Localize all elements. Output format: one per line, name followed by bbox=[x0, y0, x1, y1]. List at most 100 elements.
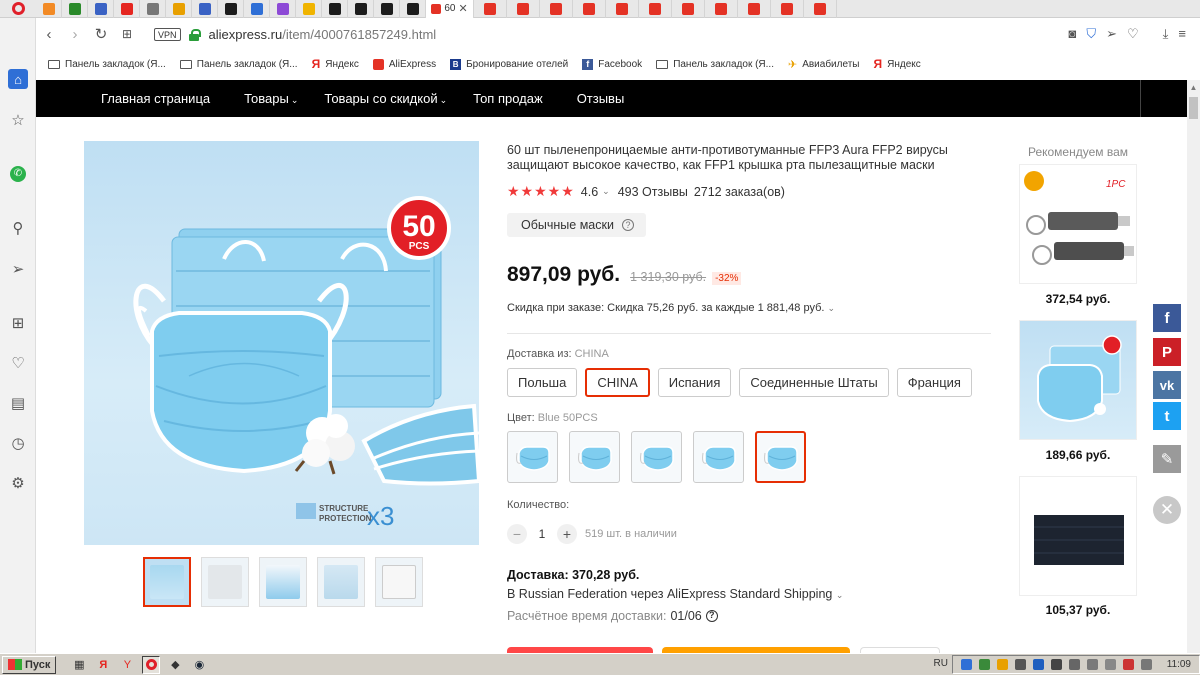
camera-icon[interactable]: ◙ bbox=[1068, 26, 1076, 42]
settings-gear-icon[interactable]: ⚙ bbox=[8, 473, 28, 493]
tabs-grid-button[interactable]: ⊞ bbox=[114, 27, 140, 41]
browser-tab[interactable] bbox=[705, 0, 738, 18]
bookmark-item[interactable]: f Facebook bbox=[582, 58, 642, 70]
bookmark-item[interactable]: Панель закладок (Я... bbox=[656, 59, 774, 70]
quantity-plus-button[interactable]: + bbox=[557, 524, 577, 544]
app-icon[interactable]: ◆ bbox=[166, 656, 184, 674]
yandex-icon[interactable]: Я bbox=[94, 656, 112, 674]
variant-chip[interactable]: Обычные маски ? bbox=[507, 213, 646, 237]
send-icon[interactable]: ➢ bbox=[1106, 26, 1117, 42]
share-twitter-icon[interactable]: t bbox=[1153, 402, 1181, 430]
browser-tab[interactable] bbox=[218, 0, 244, 18]
chevron-down-icon[interactable]: ⌄ bbox=[602, 186, 610, 197]
reviews-link[interactable]: 493 Отзывы bbox=[618, 185, 688, 199]
recommendation-card-3[interactable] bbox=[1019, 476, 1137, 596]
grid-icon[interactable]: ⊞ bbox=[8, 313, 28, 333]
news-icon[interactable]: ▤ bbox=[8, 393, 28, 413]
quantity-input[interactable]: 1 bbox=[527, 527, 557, 541]
bookmark-item[interactable]: AliExpress bbox=[372, 58, 436, 70]
browser-tab[interactable] bbox=[400, 0, 426, 18]
browser-tab[interactable] bbox=[474, 0, 507, 18]
forward-button[interactable]: › bbox=[62, 26, 88, 43]
bulk-discount[interactable]: Скидка при заказе: Скидка 75,26 руб. за … bbox=[507, 302, 835, 314]
recommendation-price-1[interactable]: 372,54 руб. bbox=[1019, 292, 1137, 306]
language-indicator[interactable]: RU bbox=[934, 658, 948, 669]
share-facebook-icon[interactable]: f bbox=[1153, 304, 1181, 332]
tray-app-icon[interactable] bbox=[1068, 659, 1080, 670]
tray-app-icon[interactable] bbox=[1050, 659, 1062, 670]
shipping-method-selector[interactable]: В Russian Federation через AliExpress St… bbox=[507, 587, 843, 601]
help-question-icon[interactable]: ? bbox=[621, 219, 634, 231]
browser-tab[interactable] bbox=[374, 0, 400, 18]
color-swatch[interactable] bbox=[569, 431, 620, 483]
volume-icon[interactable] bbox=[1104, 659, 1116, 670]
nav-home[interactable]: Главная страница bbox=[101, 91, 210, 106]
opera-menu-button[interactable] bbox=[0, 0, 36, 18]
back-button[interactable]: ‹ bbox=[36, 26, 62, 43]
nav-products[interactable]: Товары ⌄ bbox=[244, 91, 298, 106]
ship-from-option[interactable]: Испания bbox=[657, 368, 732, 397]
reload-button[interactable]: ↻ bbox=[88, 25, 114, 43]
tray-app-icon[interactable] bbox=[1014, 659, 1026, 670]
nav-top-sales[interactable]: Топ продаж bbox=[473, 91, 543, 106]
tray-app-icon[interactable] bbox=[1122, 659, 1134, 670]
thumbnail-1[interactable] bbox=[143, 557, 191, 607]
bookmark-item[interactable]: Я Яндекс bbox=[873, 57, 920, 71]
recommendation-price-3[interactable]: 105,37 руб. bbox=[1019, 603, 1137, 617]
browser-tab[interactable] bbox=[192, 0, 218, 18]
color-swatch[interactable] bbox=[631, 431, 682, 483]
browser-tab[interactable] bbox=[540, 0, 573, 18]
bookmark-item[interactable]: ✈ Авиабилеты bbox=[788, 58, 860, 71]
speed-dial-home-icon[interactable]: ⌂ bbox=[8, 69, 28, 89]
vpn-badge[interactable]: VPN bbox=[154, 27, 181, 41]
browser-tab[interactable] bbox=[507, 0, 540, 18]
yandex-browser-icon[interactable]: Y bbox=[118, 656, 136, 674]
browser-tab[interactable] bbox=[166, 0, 192, 18]
ship-from-option[interactable]: Соединенные Штаты bbox=[739, 368, 889, 397]
browser-tab[interactable] bbox=[62, 0, 88, 18]
download-icon[interactable]: ⤓ bbox=[1163, 26, 1169, 42]
browser-tab[interactable] bbox=[606, 0, 639, 18]
heart-bookmark-icon[interactable]: ♡ bbox=[1127, 26, 1139, 42]
recommendation-price-2[interactable]: 189,66 руб. bbox=[1019, 448, 1137, 462]
history-clock-icon[interactable]: ◷ bbox=[8, 433, 28, 453]
send-icon[interactable]: ➢ bbox=[8, 259, 28, 279]
recommendation-card-1[interactable]: 1PC bbox=[1019, 164, 1137, 284]
thumbnail-4[interactable] bbox=[317, 557, 365, 607]
browser-tab[interactable] bbox=[639, 0, 672, 18]
thumbnail-5[interactable] bbox=[375, 557, 423, 607]
close-tab-icon[interactable]: ✕ bbox=[458, 2, 467, 15]
star-bookmarks-icon[interactable]: ☆ bbox=[8, 110, 28, 130]
tray-app-icon[interactable] bbox=[978, 659, 990, 670]
browser-tab[interactable] bbox=[672, 0, 705, 18]
bookmark-item[interactable]: Панель закладок (Я... bbox=[179, 59, 298, 70]
share-vk-icon[interactable]: vk bbox=[1153, 371, 1181, 399]
rating-stars-icon[interactable]: ★★★★★ bbox=[507, 183, 575, 200]
active-browser-tab[interactable]: 60 ✕ bbox=[426, 0, 474, 18]
browser-tab[interactable] bbox=[296, 0, 322, 18]
share-pinterest-icon[interactable]: P bbox=[1153, 338, 1181, 366]
quantity-minus-button[interactable]: − bbox=[507, 524, 527, 544]
network-icon[interactable] bbox=[1086, 659, 1098, 670]
nav-reviews[interactable]: Отзывы bbox=[577, 91, 625, 106]
browser-tab[interactable] bbox=[36, 0, 62, 18]
thumbnail-2[interactable] bbox=[201, 557, 249, 607]
heart-icon[interactable]: ♡ bbox=[8, 353, 28, 373]
tray-app-icon[interactable] bbox=[1140, 659, 1152, 670]
close-share-icon[interactable]: ✕ bbox=[1153, 496, 1181, 524]
bookmark-item[interactable]: Я Яндекс bbox=[312, 57, 359, 71]
lock-icon[interactable] bbox=[188, 28, 201, 41]
opera-taskbar-icon[interactable] bbox=[142, 655, 161, 674]
browser-tab[interactable] bbox=[771, 0, 804, 18]
url-field[interactable]: aliexpress.ru/item/4000761857249.html bbox=[209, 27, 437, 42]
tray-app-icon[interactable] bbox=[996, 659, 1008, 670]
browser-tab[interactable] bbox=[140, 0, 166, 18]
whatsapp-icon[interactable]: ✆ bbox=[8, 164, 28, 184]
search-icon[interactable]: ⚲ bbox=[8, 218, 28, 238]
menu-icon[interactable]: ≡ bbox=[1178, 26, 1186, 42]
browser-tab[interactable] bbox=[88, 0, 114, 18]
adblock-shield-icon[interactable]: ⛉ bbox=[1086, 26, 1096, 42]
ship-from-option[interactable]: Польша bbox=[507, 368, 578, 397]
browser-tab[interactable] bbox=[804, 0, 837, 18]
browser-tab[interactable] bbox=[573, 0, 606, 18]
